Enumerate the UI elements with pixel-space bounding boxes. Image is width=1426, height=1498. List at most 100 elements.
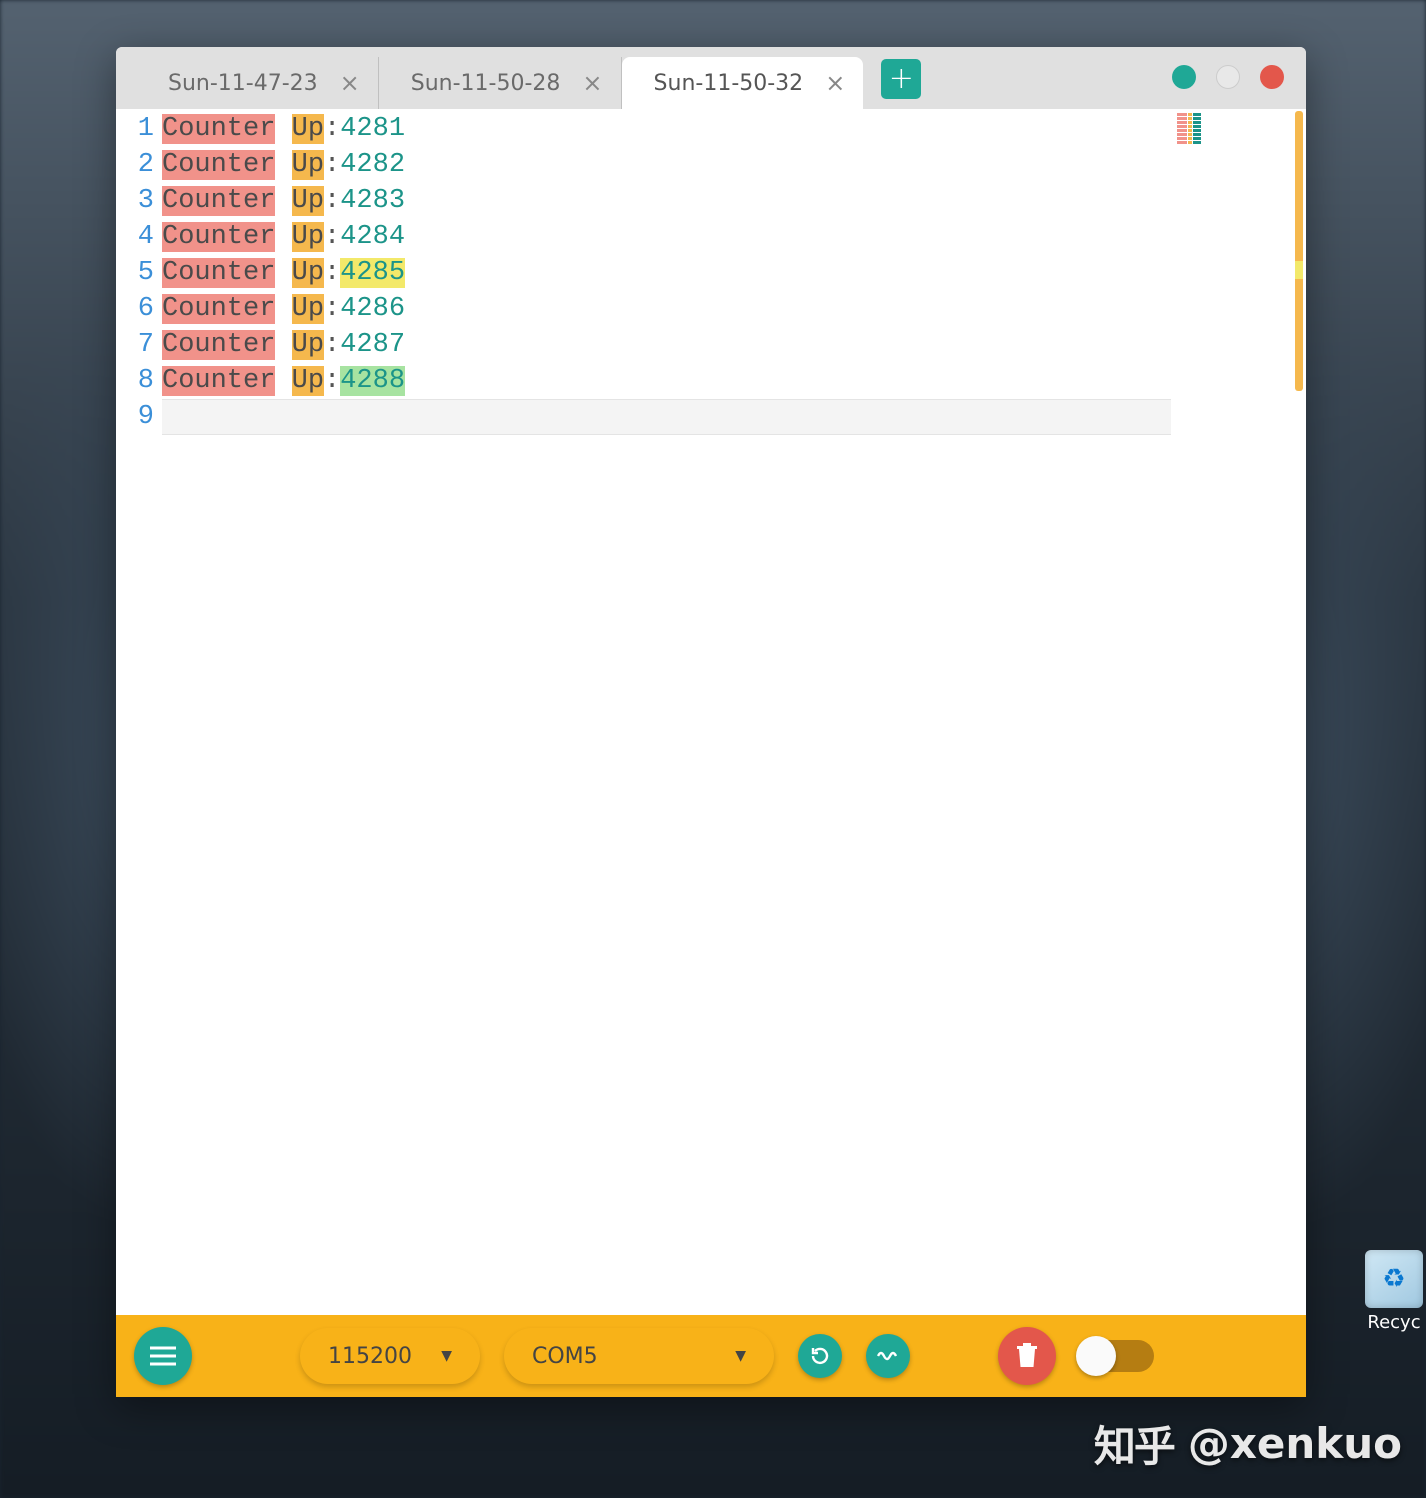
token-sep: : (324, 366, 340, 396)
chevron-down-icon: ▼ (441, 1348, 452, 1364)
baud-select[interactable]: 115200 ▼ (300, 1328, 480, 1384)
editor-area: 1 2 3 4 5 6 7 8 9 Counter Up:4281Counter… (116, 109, 1306, 1315)
line-number: 6 (116, 291, 154, 327)
token-value: 4282 (340, 150, 405, 180)
tab-2[interactable]: Sun-11-50-32 × (622, 57, 864, 109)
token-value: 4287 (340, 330, 405, 360)
minimap-scrollbar[interactable] (1295, 111, 1303, 391)
line-number: 2 (116, 147, 154, 183)
token-value: 4285 (340, 258, 405, 288)
code-line: Counter Up:4285 (162, 255, 1171, 291)
token-counter: Counter (162, 330, 275, 360)
token-value: 4281 (340, 114, 405, 144)
tab-1[interactable]: Sun-11-50-28 × (379, 57, 622, 109)
code-line: Counter Up:4283 (162, 183, 1171, 219)
titlebar[interactable]: Sun-11-47-23 × Sun-11-50-28 × Sun-11-50-… (116, 47, 1306, 109)
baud-value: 115200 (328, 1344, 412, 1369)
close-icon[interactable]: × (825, 71, 845, 95)
token-counter: Counter (162, 258, 275, 288)
line-number: 5 (116, 255, 154, 291)
token-counter: Counter (162, 222, 275, 252)
bottom-toolbar: 115200 ▼ COM5 ▼ (116, 1315, 1306, 1397)
app-window: Sun-11-47-23 × Sun-11-50-28 × Sun-11-50-… (116, 47, 1306, 1397)
port-value: COM5 (532, 1344, 598, 1369)
token-sep: : (324, 258, 340, 288)
code-line: Counter Up:4287 (162, 327, 1171, 363)
trash-icon (1016, 1343, 1038, 1369)
code-body[interactable]: Counter Up:4281Counter Up:4282Counter Up… (162, 111, 1171, 1315)
maximize-button[interactable] (1216, 65, 1240, 89)
code-line: Counter Up:4282 (162, 147, 1171, 183)
line-number: 1 (116, 111, 154, 147)
token-counter: Counter (162, 294, 275, 324)
connect-button[interactable] (866, 1334, 910, 1378)
port-select[interactable]: COM5 ▼ (504, 1328, 774, 1384)
token-counter: Counter (162, 366, 275, 396)
code-line: Counter Up:4281 (162, 111, 1171, 147)
add-tab-button[interactable]: + (881, 59, 921, 99)
toggle-knob (1076, 1336, 1116, 1376)
tab-label: Sun-11-50-32 (654, 71, 804, 96)
token-up: Up (292, 186, 324, 216)
toggle-switch[interactable] (1080, 1340, 1154, 1372)
line-number: 3 (116, 183, 154, 219)
token-sep: : (324, 114, 340, 144)
token-up: Up (292, 366, 324, 396)
hamburger-icon (150, 1346, 176, 1366)
token-sep: : (324, 186, 340, 216)
recycle-bin-icon: ♻ (1365, 1250, 1423, 1308)
line-number: 8 (116, 363, 154, 399)
token-value: 4284 (340, 222, 405, 252)
watermark: 知乎 @xenkuo (1094, 1413, 1402, 1474)
minimap-line (1177, 113, 1300, 116)
token-sep: : (324, 222, 340, 252)
tab-0[interactable]: Sun-11-47-23 × (136, 57, 379, 109)
token-up: Up (292, 150, 324, 180)
code-line: Counter Up:4288 (162, 363, 1171, 399)
token-counter: Counter (162, 186, 275, 216)
token-value: 4286 (340, 294, 405, 324)
recycle-bin-label: Recyc (1367, 1312, 1420, 1333)
token-up: Up (292, 258, 324, 288)
minimize-button[interactable] (1172, 65, 1196, 89)
minimap-line (1177, 137, 1300, 140)
watermark-handle: @xenkuo (1188, 1419, 1402, 1468)
tab-bar: Sun-11-47-23 × Sun-11-50-28 × Sun-11-50-… (136, 47, 863, 109)
chevron-down-icon: ▼ (735, 1348, 746, 1364)
code-line: Counter Up:4284 (162, 219, 1171, 255)
close-icon[interactable]: × (340, 71, 360, 95)
menu-button[interactable] (134, 1327, 192, 1385)
line-number: 7 (116, 327, 154, 363)
minimap-line (1177, 117, 1300, 120)
line-gutter: 1 2 3 4 5 6 7 8 9 (116, 111, 162, 1315)
token-up: Up (292, 114, 324, 144)
plus-icon: + (889, 64, 914, 94)
token-value: 4288 (340, 366, 405, 396)
text-editor[interactable]: 1 2 3 4 5 6 7 8 9 Counter Up:4281Counter… (116, 109, 1171, 1315)
window-controls (1172, 65, 1284, 89)
code-line-current[interactable] (162, 399, 1171, 435)
line-number: 4 (116, 219, 154, 255)
minimap-line (1177, 125, 1300, 128)
close-icon[interactable]: × (582, 71, 602, 95)
wave-icon (877, 1349, 899, 1363)
tab-label: Sun-11-47-23 (168, 71, 318, 96)
close-window-button[interactable] (1260, 65, 1284, 89)
delete-button[interactable] (998, 1327, 1056, 1385)
minimap-marker (1295, 261, 1303, 279)
refresh-button[interactable] (798, 1334, 842, 1378)
token-sep: : (324, 294, 340, 324)
zhihu-logo: 知乎 (1094, 1413, 1174, 1474)
minimap-line (1177, 133, 1300, 136)
token-counter: Counter (162, 150, 275, 180)
refresh-icon (810, 1346, 830, 1366)
token-sep: : (324, 150, 340, 180)
token-up: Up (292, 330, 324, 360)
token-counter: Counter (162, 114, 275, 144)
recycle-bin[interactable]: ♻ Recyc (1358, 1250, 1426, 1333)
tab-label: Sun-11-50-28 (411, 71, 561, 96)
minimap[interactable] (1171, 109, 1306, 1315)
token-sep: : (324, 330, 340, 360)
code-line: Counter Up:4286 (162, 291, 1171, 327)
token-value: 4283 (340, 186, 405, 216)
